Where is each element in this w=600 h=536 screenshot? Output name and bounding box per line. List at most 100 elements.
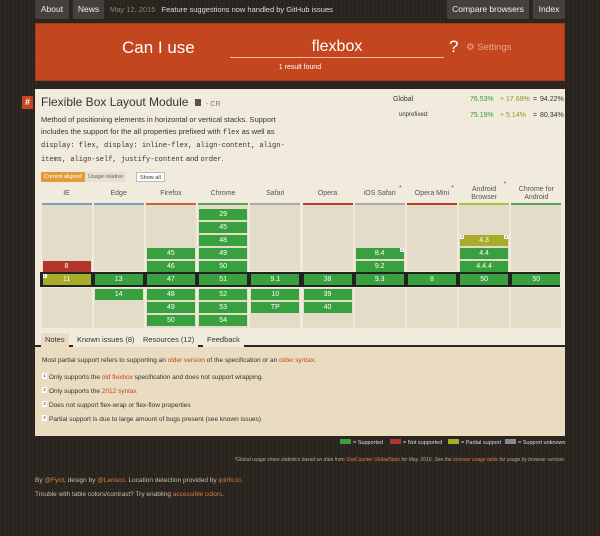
nav-index-button[interactable]: Index	[533, 0, 565, 19]
notes-intro-end: .	[314, 357, 316, 364]
version-number: 10	[271, 291, 280, 298]
older-version-link[interactable]: older version	[168, 357, 205, 364]
desc-code-1: flex	[222, 128, 240, 137]
version-cell[interactable]: 13	[94, 274, 143, 285]
version-cell[interactable]: 14	[94, 289, 143, 300]
version-cell[interactable]: 9.1	[251, 274, 300, 285]
version-cell[interactable]: 45	[146, 248, 195, 259]
tab-resources[interactable]: Resources (12)	[139, 333, 199, 347]
version-cell[interactable]: 29	[199, 209, 248, 220]
notes-intro-mid: of the specification or an	[204, 357, 280, 364]
ipinfo-link[interactable]: ipinfo.io	[218, 477, 240, 484]
version-cell[interactable]: 54	[199, 315, 248, 326]
credits-text: , design by	[64, 477, 98, 484]
fyrd-link[interactable]: @Fyrd	[44, 477, 64, 484]
nav-compare-button[interactable]: Compare browsers	[447, 0, 529, 19]
document-icon[interactable]	[194, 99, 201, 106]
version-cell[interactable]: 4.4	[460, 248, 509, 259]
version-cell[interactable]: 50	[199, 261, 248, 272]
feature-title[interactable]: Flexible Box Layout Module - CR	[41, 95, 221, 109]
note-marker: 4	[504, 234, 509, 239]
version-cell[interactable]: 8	[42, 261, 91, 272]
version-cell[interactable]: 50	[146, 315, 195, 326]
browser-name: Chrome	[210, 190, 236, 197]
notes-panel: Most partial support refers to supportin…	[35, 347, 565, 436]
2012-syntax-link[interactable]: 2012 syntax	[102, 388, 137, 395]
version-cell[interactable]: 53	[199, 302, 248, 313]
version-cell[interactable]: TP	[251, 302, 300, 313]
browser-header[interactable]: Chrome for Android	[511, 186, 561, 204]
note-text-end: specification and does not support wrapp…	[132, 374, 264, 381]
legend-supported: = Supported	[340, 439, 383, 446]
note-text: Only supports the	[49, 374, 102, 381]
settings-button[interactable]: ⚙ Settings	[466, 42, 512, 53]
version-cell[interactable]: 9.2	[355, 261, 404, 272]
nav-news-button[interactable]: News	[73, 0, 104, 19]
version-cell[interactable]: 49	[146, 302, 195, 313]
version-cell[interactable]: 10	[251, 289, 300, 300]
legend-not-supported: = Not supported	[390, 439, 442, 446]
version-number: 51	[219, 276, 227, 283]
show-all-button[interactable]: Show all	[136, 172, 165, 182]
browser-header[interactable]: Android Browser *	[459, 181, 509, 204]
note-item: 4 Partial support is due to large amount …	[42, 415, 261, 423]
version-cell[interactable]: 50	[512, 274, 561, 285]
version-cell[interactable]: 52	[199, 289, 248, 300]
version-number: 4.3	[479, 237, 489, 244]
version-cell[interactable]: 45	[199, 222, 248, 233]
desc-text-4: .	[221, 153, 224, 163]
note-item: 2 Only supports the 2012 syntax	[42, 387, 137, 395]
version-cell[interactable]: 38	[303, 274, 352, 285]
version-cell[interactable]: 11 1	[42, 274, 91, 285]
nav-about-button[interactable]: About	[35, 0, 69, 19]
detail-tabs: Notes Known issues (8) Resources (12) Fe…	[35, 333, 565, 347]
tab-known-issues[interactable]: Known issues (8)	[73, 333, 139, 347]
news-message[interactable]: May 12, 2015 Feature suggestions now han…	[110, 0, 333, 19]
note-number: 4	[42, 415, 47, 421]
version-cell[interactable]: 39	[303, 289, 352, 300]
old-flexbox-link[interactable]: old flexbox	[102, 374, 133, 381]
version-cell[interactable]: 50	[460, 274, 509, 285]
version-cell[interactable]: 4.3 1 4	[460, 234, 509, 246]
credits-text: .	[240, 477, 243, 484]
version-cell[interactable]: 48	[146, 289, 195, 300]
note-marker: 4	[399, 247, 404, 252]
footnote-mid: for May, 2016. See the	[399, 457, 453, 463]
legend-swatch	[340, 439, 351, 444]
browser-name: Chrome for Android	[518, 186, 554, 201]
search-input[interactable]	[230, 36, 444, 58]
feature-anchor-link[interactable]: #	[22, 96, 33, 109]
browser-column-future	[354, 288, 405, 328]
tab-notes[interactable]: Notes	[41, 333, 69, 347]
version-number: 38	[323, 276, 332, 283]
version-cell[interactable]: 8	[407, 274, 456, 285]
version-cell[interactable]: 40	[303, 302, 352, 313]
spec-status[interactable]: - CR	[206, 101, 220, 108]
feature-description: Method of positioning elements in horizo…	[41, 114, 291, 166]
browser-column	[511, 205, 562, 271]
current-aligned-toggle[interactable]: Current aligned	[41, 172, 85, 182]
desc-code-2: display: flex, display: inline-flex, ali…	[41, 142, 285, 164]
contrast-text: Trouble with table colors/contrast? Try …	[35, 491, 173, 498]
version-cell[interactable]: 49	[199, 248, 248, 259]
unprefixed-partial: + 5.14%	[500, 112, 526, 119]
version-cell[interactable]: 51	[199, 274, 248, 285]
older-syntax-link[interactable]: older syntax	[279, 357, 314, 364]
desc-text-3: and	[183, 153, 201, 163]
version-number: 40	[323, 304, 332, 311]
version-cell[interactable]: 47	[146, 274, 195, 285]
version-cell[interactable]: 8.4 4	[355, 247, 404, 259]
version-number: 13	[114, 276, 123, 283]
accessible-colors-link[interactable]: accessible colors	[173, 491, 223, 498]
browser-usage-table-link[interactable]: browser usage table	[453, 457, 498, 463]
lensco-link[interactable]: @Lensco	[97, 477, 125, 484]
contrast-text-end: .	[222, 491, 225, 498]
version-cell[interactable]: 4.4.4	[460, 261, 509, 272]
usage-relative-toggle[interactable]: Usage relative	[85, 172, 127, 182]
version-cell[interactable]: 46	[146, 261, 195, 272]
statcounter-link[interactable]: StatCounter GlobalStats	[346, 457, 400, 463]
tab-feedback[interactable]: Feedback	[203, 333, 244, 347]
version-cell[interactable]: 48	[199, 235, 248, 246]
version-cell[interactable]: 9.3	[355, 274, 404, 285]
note-number: 1	[42, 373, 47, 379]
